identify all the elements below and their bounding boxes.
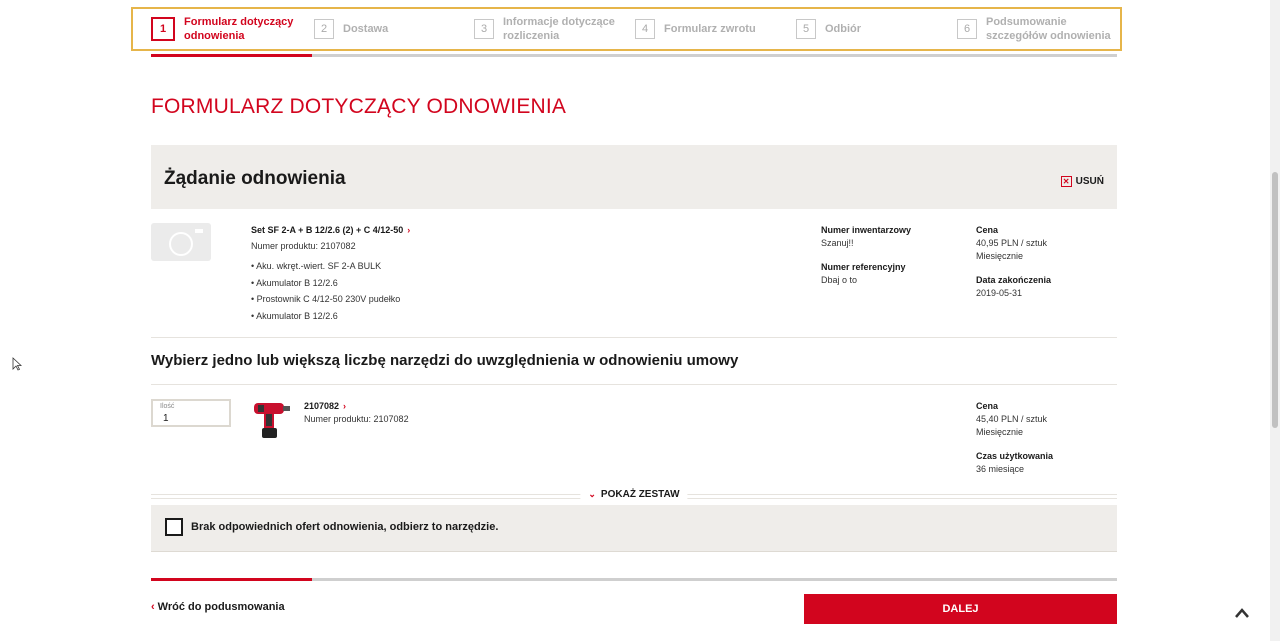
scrollbar-thumb[interactable] [1272,172,1278,428]
show-set-row: ⌄ POKAŻ ZESTAW [151,489,1117,503]
step-label: Formularz zwrotu [664,23,756,35]
reference-number-label: Numer referencyjny [821,262,906,272]
component-item: • Prostownik C 4/12-50 230V pudełko [251,294,401,304]
show-set-button[interactable]: ⌄ POKAŻ ZESTAW [580,489,688,500]
price-label: Cena [976,225,999,235]
checkout-stepper: 1 Formularz dotyczący odnowienia 2 Dostaw… [131,7,1122,51]
component-item: • Aku. wkręt.-wiert. SF 2-A BULK [251,261,382,271]
price-value: 40,95 PLN / sztuk [976,238,1048,248]
tool-product-number: Numer produktu: 2107082 [304,414,409,424]
chevron-right-icon: › [343,401,347,411]
tool-code-link[interactable]: 2107082 › [304,400,346,413]
bottom-progress-fill [151,578,312,581]
end-date-value: 2019-05-31 [976,288,1023,298]
price-period: Miesięcznie [976,251,1024,261]
drill-product-image [254,403,290,438]
step-label: Dostawa [343,23,389,35]
step-2[interactable]: 2 Dostawa [314,15,388,43]
no-offer-label: Brak odpowiednich ofert odnowienia, odbi… [191,521,499,533]
step-number: 5 [796,19,816,39]
chevron-left-icon: ‹ [151,601,155,613]
page-title: FORMULARZ DOTYCZĄCY ODNOWIENIA [151,95,567,118]
step-label: Odbiór [825,23,862,35]
quantity-value: 1 [163,413,169,424]
step-number: 1 [151,17,175,41]
end-date-label: Data zakończenia [976,275,1052,285]
divider [151,384,1117,385]
step-5[interactable]: 5 Odbiór [796,15,861,43]
step-label: Podsumowanie szczegółów odnowienia [986,16,1111,42]
usage-value: 36 miesiące [976,464,1025,474]
component-item: • Akumulator B 12/2.6 [251,311,338,321]
scroll-to-top-icon[interactable] [1233,606,1251,620]
product-number: Numer produktu: 2107082 [251,241,356,251]
step-6[interactable]: 6 Podsumowanie szczegółów odnowienia [957,15,1111,43]
step-4[interactable]: 4 Formularz zwrotu [635,15,756,43]
tool-price-period: Miesięcznie [976,427,1024,437]
next-button[interactable]: DALEJ [804,594,1117,624]
step-number: 6 [957,19,977,39]
no-offer-row: Brak odpowiednich ofert odnowienia, odbi… [151,505,1117,552]
tool-price-value: 45,40 PLN / sztuk [976,414,1048,424]
step-label: Informacje dotyczące rozliczenia [503,16,615,42]
back-to-summary-link[interactable]: ‹ Wróć do podusmowania [151,601,285,613]
quantity-label: Ilość [160,403,175,410]
step-label: Formularz dotyczący odnowienia [184,16,294,42]
remove-button[interactable]: ✕ USUŃ [1060,176,1104,187]
product-name-link[interactable]: Set SF 2-A + B 12/2.6 (2) + C 4/12-50 › [251,224,410,237]
step-number: 4 [635,19,655,39]
step-number: 2 [314,19,334,39]
step-number: 3 [474,19,494,39]
component-item: • Akumulator B 12/2.6 [251,278,338,288]
step-3[interactable]: 3 Informacje dotyczące rozliczenia [474,15,615,43]
request-header: Żądanie odnowienia ✕ USUŃ [151,145,1117,209]
chevron-down-icon: ⌄ [588,489,596,499]
mouse-cursor-icon [12,357,22,371]
divider [151,337,1117,338]
chevron-right-icon: › [407,225,411,235]
request-title: Żądanie odnowienia [164,168,346,189]
no-offer-checkbox[interactable] [165,518,183,536]
camera-placeholder-icon [151,223,211,261]
step-progress-bar [151,54,1117,57]
inventory-number-value: Szanuj!! [821,238,854,248]
tools-section-title: Wybierz jedno lub większą liczbę narzędz… [151,352,739,369]
inventory-number-label: Numer inwentarzowy [821,225,912,235]
remove-label: USUŃ [1075,176,1104,187]
usage-label: Czas użytkowania [976,451,1054,461]
step-1[interactable]: 1 Formularz dotyczący odnowienia [151,15,293,43]
reference-number-value: Dbaj o to [821,275,858,285]
quantity-input[interactable]: Ilość 1 [151,399,231,427]
tool-price-label: Cena [976,401,999,411]
scrollbar[interactable] [1270,0,1280,641]
close-icon: ✕ [1060,176,1072,187]
bottom-progress-bar [151,578,1117,581]
step-progress-fill [151,54,312,57]
